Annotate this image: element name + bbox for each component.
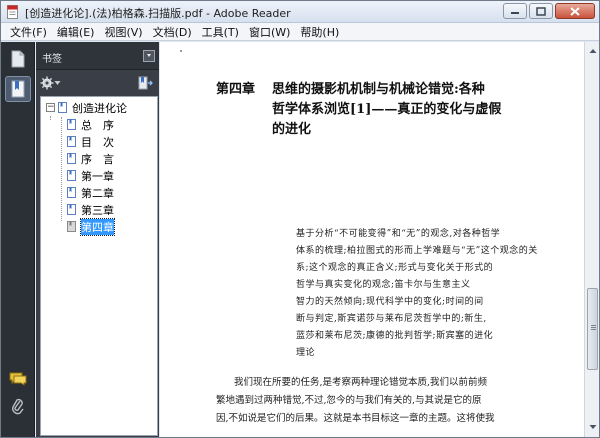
pdf-page: 第四章 思维的摄影机机制与机械论错觉:各种 哲学体系浏览[1]——真正的变化与虚…: [160, 42, 584, 437]
options-button[interactable]: [40, 75, 62, 91]
bookmark-item[interactable]: 第二章: [67, 185, 114, 200]
bookmark-icon: [67, 187, 76, 198]
panel-menu-button[interactable]: [143, 50, 155, 62]
summary-line: 蓝莎和莱布尼茨;康德的批判哲学;斯宾塞的进化: [296, 331, 494, 341]
bookmark-icon: [67, 136, 76, 147]
arrow-down-icon: [589, 425, 596, 429]
heading-line: 思维的摄影机机制与机械论错觉:各种: [272, 82, 485, 97]
document-view[interactable]: 第四章 思维的摄影机机制与机械论错觉:各种 哲学体系浏览[1]——真正的变化与虚…: [160, 42, 584, 437]
bookmark-icon: [67, 204, 76, 215]
title-bar: [创造进化论].(法)柏格森.扫描版.pdf - Adobe Reader: [1, 1, 599, 23]
bookmark-label: 序 言: [81, 152, 114, 166]
window-controls: [503, 3, 595, 19]
menu-document[interactable]: 文档(D): [148, 24, 197, 40]
summary-line: 理论: [296, 348, 316, 358]
menu-view[interactable]: 视图(V): [99, 24, 147, 40]
pdf-document-icon: [7, 5, 18, 19]
bookmark-root[interactable]: − 创造进化论: [46, 100, 127, 115]
reader-window: [创造进化论].(法)柏格森.扫描版.pdf - Adobe Reader 文件…: [0, 0, 600, 438]
menu-window[interactable]: 窗口(W): [244, 24, 295, 40]
summary-line: 系;这个观念的真正含义;形式与变化关于形式的: [296, 263, 494, 273]
chapter-summary: 基于分析“不可能变得”和“无”的观念,对各种哲学 体系的梳理;柏拉图式的形而上学…: [296, 226, 566, 362]
comments-button[interactable]: [5, 368, 31, 390]
scrollbar-grip: [591, 325, 596, 326]
minimize-button[interactable]: [503, 3, 527, 19]
bookmark-item-selected[interactable]: 第四章: [67, 217, 115, 236]
dropdown-icon: [147, 54, 151, 57]
bookmark-label: 总 序: [81, 118, 114, 132]
bookmark-icon: [67, 119, 76, 130]
gear-icon: [40, 76, 54, 90]
summary-line: 智力的天然倾向;现代科学中的变化;时间的间: [296, 297, 484, 307]
collapse-toggle[interactable]: −: [46, 103, 55, 112]
bookmark-icon: [67, 170, 76, 181]
navigation-strip: [1, 42, 35, 437]
bookmark-label: 第三章: [81, 203, 114, 217]
bookmarks-icon: [11, 80, 25, 98]
bookmark-label: 目 次: [81, 135, 114, 149]
bookmarks-panel: 书签 − 创造进化论 总 序 目 次 序 言 第一章 第二章 第三章 第四章: [36, 42, 159, 437]
chevron-down-icon: [54, 81, 61, 85]
attachments-button[interactable]: [5, 396, 31, 418]
menu-tools[interactable]: 工具(T): [197, 24, 244, 40]
maximize-icon: [536, 6, 546, 16]
summary-line: 断与判定,斯宾诺莎与莱布尼茨哲学中的;新生,: [296, 314, 487, 324]
body-line: 繁地遇到过两种错觉,不过,忽今的与我们有关的,与其说是它的原: [216, 395, 482, 406]
pages-icon: [11, 50, 25, 68]
close-icon: [570, 6, 580, 16]
bookmark-item[interactable]: 第一章: [67, 168, 114, 183]
scroll-down-button[interactable]: [586, 420, 599, 434]
bookmark-item[interactable]: 目 次: [67, 134, 114, 149]
bookmarks-toolbar: [36, 71, 159, 95]
scroll-up-button[interactable]: [586, 44, 599, 58]
tree-guide: [61, 117, 62, 221]
bookmark-item[interactable]: 序 言: [67, 151, 114, 166]
chapter-number: 第四章: [216, 82, 256, 97]
bookmarks-panel-title: 书签: [42, 54, 62, 65]
bookmark-item[interactable]: 总 序: [67, 117, 114, 132]
body-paragraph: 我们现在所要的任务,是考察两种理论错觉本质,我们以前前频 繁地遇到过两种错觉,不…: [216, 374, 576, 428]
bookmark-label: 第一章: [81, 169, 114, 183]
summary-line: 哲学与真实变化的观念;笛卡尔与生意主义: [296, 280, 471, 290]
window-title: [创造进化论].(法)柏格森.扫描版.pdf - Adobe Reader: [25, 7, 291, 20]
tree-guide: [50, 116, 51, 120]
bookmark-label: 第二章: [81, 186, 114, 200]
pages-panel-button[interactable]: [5, 46, 31, 72]
arrow-up-icon: [589, 49, 596, 53]
heading-line: 的进化: [272, 122, 312, 137]
summary-line: 体系的梳理;柏拉图式的形而上学难题与“无”这个观念的关: [296, 246, 538, 256]
menu-edit[interactable]: 编辑(E): [52, 24, 100, 40]
bookmark-tree: − 创造进化论 总 序 目 次 序 言 第一章 第二章 第三章 第四章: [40, 96, 158, 436]
bookmarks-panel-button[interactable]: [5, 76, 31, 102]
heading-line: 哲学体系浏览[1]——真正的变化与虚假: [272, 102, 502, 117]
bookmark-item[interactable]: 第三章: [67, 202, 114, 217]
page-mark: [180, 50, 182, 52]
bookmarks-panel-header: 书签: [36, 42, 159, 70]
body-line: 我们现在所要的任务,是考察两种理论错觉本质,我们以前前频: [234, 377, 488, 388]
bookmark-label: 第四章: [80, 217, 115, 236]
comment-icon: [9, 372, 27, 386]
menu-file[interactable]: 文件(F): [5, 24, 52, 40]
bookmark-icon: [67, 221, 76, 232]
expand-bookmark-button[interactable]: [137, 75, 153, 91]
body-line: 因,不如说是它们的后果。这就是本书目标这一章的主题。这将使我: [216, 413, 495, 424]
bookmark-label: 创造进化论: [72, 101, 127, 115]
paperclip-icon: [12, 398, 24, 415]
bookmark-icon: [67, 153, 76, 164]
menu-bar: 文件(F) 编辑(E) 视图(V) 文档(D) 工具(T) 窗口(W) 帮助(H…: [1, 23, 599, 41]
minimize-icon: [511, 12, 519, 14]
menu-help[interactable]: 帮助(H): [295, 24, 344, 40]
bookmark-icon: [58, 102, 67, 113]
maximize-button[interactable]: [529, 3, 553, 19]
scrollbar-thumb[interactable]: [587, 288, 598, 370]
vertical-scrollbar[interactable]: [584, 42, 599, 437]
expand-bookmark-icon: [138, 76, 153, 90]
summary-line: 基于分析“不可能变得”和“无”的观念,对各种哲学: [296, 229, 501, 239]
close-button[interactable]: [555, 3, 595, 19]
